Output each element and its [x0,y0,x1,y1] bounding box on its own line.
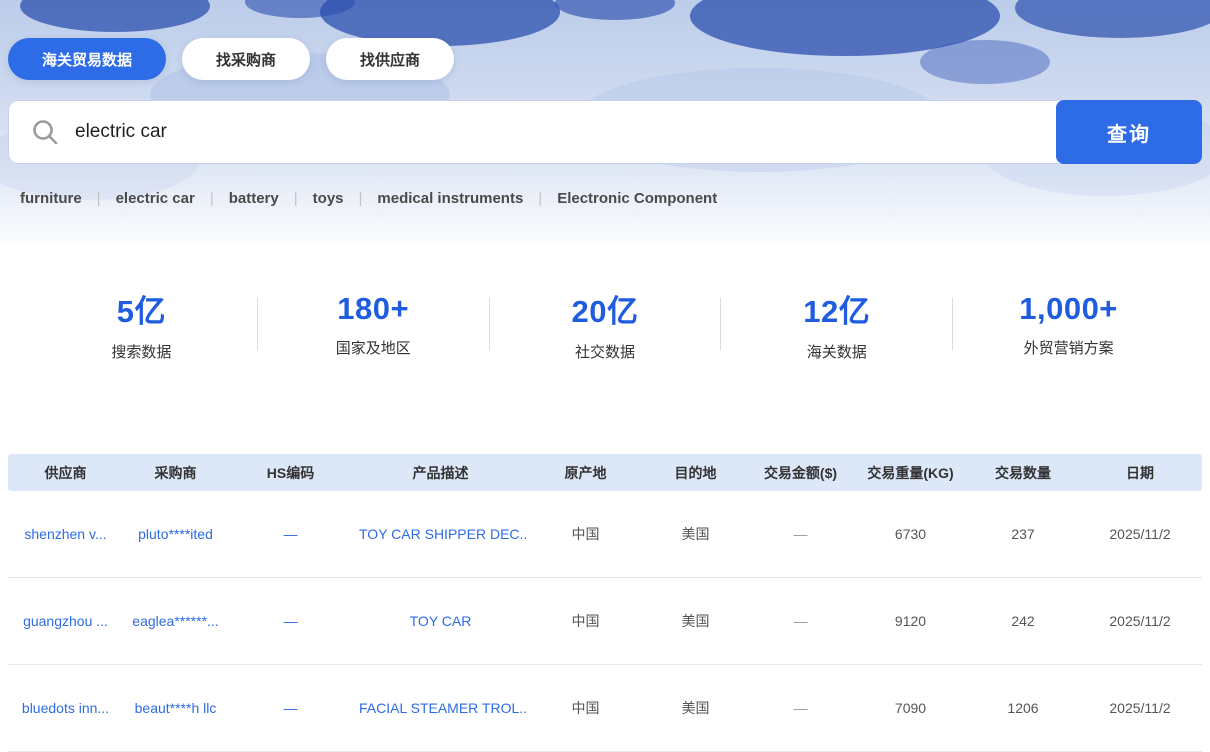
stat-value: 20亿 [571,294,639,329]
hs-code-value: — [283,526,298,542]
quantity-value: 237 [1011,526,1035,542]
keyword-medical-instruments[interactable]: medical instruments [377,190,523,207]
col-quantity: 交易数量 [995,464,1051,481]
hot-keywords: furniture | electric car | battery | toy… [8,190,1202,207]
amount-value: — [793,613,808,629]
product-link[interactable]: FACIAL STEAMER TROL... [353,700,528,716]
product-link[interactable]: TOY CAR SHIPPER DEC... [353,526,528,542]
stat-value: 5亿 [116,294,167,329]
hero-section: 海关贸易数据 找采购商 找供应商 查询 furniture | electric… [0,0,1210,242]
quantity-value: 1206 [1007,700,1039,716]
search-bar: 查询 [8,100,1202,164]
buyer-link[interactable]: eaglea******... [123,613,228,629]
destination-value: 美国 [681,613,710,629]
hs-code-value: — [283,700,298,716]
col-origin: 原产地 [564,464,607,481]
buyer-link[interactable]: beaut****h llc [123,700,228,716]
keyword-separator: | [209,190,214,207]
tab-customs-trade-data[interactable]: 海关贸易数据 [8,38,167,80]
destination-value: 美国 [681,526,710,542]
weight-value: 7090 [894,700,927,716]
stat-social-data: 20亿 社交数据 [490,286,721,362]
stat-label: 搜索数据 [111,344,172,361]
col-amount: 交易金额($) [763,464,838,481]
stat-value: 1,000+ [1019,290,1118,326]
keyword-electronic-component[interactable]: Electronic Component [557,190,717,207]
stat-customs-data: 12亿 海关数据 [721,286,952,362]
supplier-link[interactable]: guangzhou ... [8,613,123,629]
col-date: 日期 [1126,464,1154,481]
tab-find-buyers[interactable]: 找采购商 [182,38,311,80]
amount-value: — [793,700,808,716]
keyword-separator: | [96,190,101,207]
weight-value: 6730 [894,526,927,542]
table-row: bluedots inn... beaut****h llc — FACIAL … [8,665,1202,752]
keyword-furniture[interactable]: furniture [20,190,82,207]
stat-value: 12亿 [803,294,871,329]
hs-code-value: — [283,613,298,629]
col-buyer: 采购商 [154,464,197,481]
origin-value: 中国 [571,613,600,629]
col-product-desc: 产品描述 [412,464,469,481]
product-link[interactable]: TOY CAR [353,613,528,629]
supplier-link[interactable]: shenzhen v... [8,526,123,542]
stat-label: 海关数据 [806,344,867,361]
stat-value: 180+ [337,290,410,326]
col-weight: 交易重量(KG) [867,464,954,481]
col-supplier: 供应商 [44,464,87,481]
search-icon [33,120,58,145]
stat-label: 国家及地区 [335,339,411,357]
date-value: 2025/11/2 [1109,700,1171,716]
weight-value: 9120 [894,613,927,629]
date-value: 2025/11/2 [1109,526,1171,542]
stat-search-data: 5亿 搜索数据 [26,286,257,362]
keyword-separator: | [293,190,298,207]
search-input[interactable] [8,100,1202,164]
stat-marketing-plans: 1,000+ 外贸营销方案 [953,291,1184,358]
quantity-value: 242 [1011,613,1035,629]
stats-bar: 5亿 搜索数据 180+ 国家及地区 20亿 社交数据 12亿 海关数据 1,0… [26,286,1184,362]
col-destination: 目的地 [674,464,717,481]
stat-countries: 180+ 国家及地区 [258,291,489,358]
search-button[interactable]: 查询 [1056,100,1202,164]
buyer-link[interactable]: pluto****ited [123,526,228,542]
stat-label: 社交数据 [574,344,635,361]
col-hs-code: HS编码 [266,464,315,481]
supplier-link[interactable]: bluedots inn... [8,700,123,716]
trade-data-table: 供应商 采购商 HS编码 产品描述 原产地 目的地 交易金额($) 交易重量(K… [8,454,1202,752]
keyword-battery[interactable]: battery [229,190,279,207]
date-value: 2025/11/2 [1109,613,1171,629]
origin-value: 中国 [571,700,600,716]
destination-value: 美国 [681,700,710,716]
stat-label: 外贸营销方案 [1023,339,1114,357]
amount-value: — [793,526,808,542]
keyword-separator: | [358,190,363,207]
top-tabs: 海关贸易数据 找采购商 找供应商 [8,0,1202,80]
keyword-separator: | [538,190,543,207]
origin-value: 中国 [571,526,600,542]
keyword-toys[interactable]: toys [313,190,344,207]
table-row: shenzhen v... pluto****ited — TOY CAR SH… [8,491,1202,578]
keyword-electric-car[interactable]: electric car [116,190,195,207]
tab-find-suppliers[interactable]: 找供应商 [326,38,455,80]
table-row: guangzhou ... eaglea******... — TOY CAR … [8,578,1202,665]
table-header: 供应商 采购商 HS编码 产品描述 原产地 目的地 交易金额($) 交易重量(K… [8,454,1202,491]
